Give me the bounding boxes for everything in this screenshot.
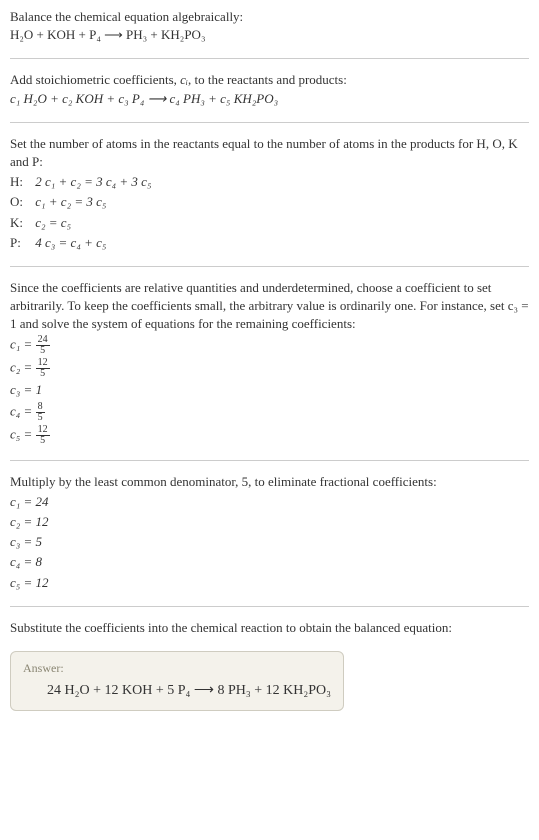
- frac-num: 12: [36, 425, 50, 436]
- intro-equation: H₂O + KOH + P₄ ⟶ PH₃ + KH₂PO₃: [10, 26, 529, 44]
- atom-eq: 2 c₁ + c₂ = 3 c₄ + 3 c₅: [35, 174, 151, 189]
- coef-frac: 125: [36, 358, 50, 379]
- atom-row: P: 4 c₃ = c₄ + c₅: [10, 234, 529, 252]
- answer-box: Answer: 24 H₂O + 12 KOH + 5 P₄ ⟶ 8 PH₃ +…: [10, 651, 344, 711]
- intro-text: Balance the chemical equation algebraica…: [10, 8, 529, 26]
- coef-row: c₅ = 12: [10, 574, 529, 592]
- frac-den: 5: [36, 436, 50, 446]
- coef-row: c₂ = 125: [10, 358, 529, 379]
- stoich-text: Add stoichiometric coefficients, cᵢ, to …: [10, 71, 529, 89]
- coef-lhs: c₂ =: [10, 360, 36, 375]
- substitute-text: Substitute the coefficients into the che…: [10, 619, 529, 637]
- lcd-text: Multiply by the least common denominator…: [10, 473, 529, 491]
- frac-den: 5: [36, 369, 50, 379]
- coef-row: c₄ = 85: [10, 402, 529, 423]
- section-lcd: Multiply by the least common denominator…: [10, 473, 529, 592]
- atom-eq: c₂ = c₅: [35, 215, 71, 230]
- coef-row: c₁ = 245: [10, 335, 529, 356]
- coef-plain: 1: [36, 382, 43, 397]
- stoich-text-a: Add stoichiometric coefficients,: [10, 72, 180, 87]
- divider: [10, 606, 529, 607]
- stoich-text-b: , to the reactants and products:: [188, 72, 347, 87]
- atom-eq: c₁ + c₂ = 3 c₅: [35, 194, 106, 209]
- coef-frac: 245: [36, 335, 50, 356]
- divider: [10, 58, 529, 59]
- coef-lhs: c₁ =: [10, 337, 36, 352]
- atom-eq: 4 c₃ = c₄ + c₅: [35, 235, 106, 250]
- atom-label: P:: [10, 234, 32, 252]
- atom-label: H:: [10, 173, 32, 191]
- section-intro: Balance the chemical equation algebraica…: [10, 8, 529, 44]
- divider: [10, 122, 529, 123]
- atom-row: K: c₂ = c₅: [10, 214, 529, 232]
- coef-lhs: c₄ =: [10, 403, 36, 418]
- stoich-ci: cᵢ: [180, 72, 188, 87]
- atom-row: H: 2 c₁ + c₂ = 3 c₄ + 3 c₅: [10, 173, 529, 191]
- atoms-text: Set the number of atoms in the reactants…: [10, 135, 529, 171]
- coef-lhs: c₅ =: [10, 426, 36, 441]
- coef-lhs: c₃ =: [10, 382, 36, 397]
- atom-row: O: c₁ + c₂ = 3 c₅: [10, 193, 529, 211]
- section-solve: Since the coefficients are relative quan…: [10, 279, 529, 446]
- atom-label: O:: [10, 193, 32, 211]
- atom-label: K:: [10, 214, 32, 232]
- solve-text: Since the coefficients are relative quan…: [10, 279, 529, 334]
- section-substitute: Substitute the coefficients into the che…: [10, 619, 529, 637]
- coef-row: c₃ = 1: [10, 381, 529, 399]
- coef-frac: 125: [36, 425, 50, 446]
- coef-frac: 85: [36, 402, 45, 423]
- divider: [10, 460, 529, 461]
- section-atoms: Set the number of atoms in the reactants…: [10, 135, 529, 252]
- answer-equation: 24 H₂O + 12 KOH + 5 P₄ ⟶ 8 PH₃ + 12 KH₂P…: [23, 681, 331, 701]
- answer-label: Answer:: [23, 660, 331, 677]
- coef-row: c₅ = 125: [10, 425, 529, 446]
- stoich-equation: c₁ H₂O + c₂ KOH + c₃ P₄ ⟶ c₄ PH₃ + c₅ KH…: [10, 90, 529, 108]
- section-stoich: Add stoichiometric coefficients, cᵢ, to …: [10, 71, 529, 107]
- coef-row: c₁ = 24: [10, 493, 529, 511]
- coef-row: c₃ = 5: [10, 533, 529, 551]
- coef-row: c₂ = 12: [10, 513, 529, 531]
- frac-den: 5: [36, 413, 45, 423]
- frac-num: 8: [36, 402, 45, 413]
- frac-den: 5: [36, 346, 50, 356]
- coef-row: c₄ = 8: [10, 553, 529, 571]
- divider: [10, 266, 529, 267]
